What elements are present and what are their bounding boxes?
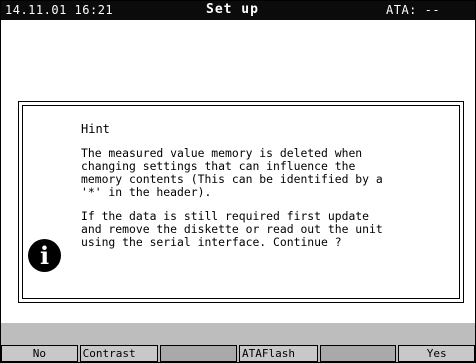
- softkey-row: No Contrast ATAFlash Yes: [1, 345, 475, 362]
- datetime-display: 14.11.01 16:21: [5, 3, 114, 17]
- ata-status: ATA: --: [386, 3, 441, 17]
- page-title: Set up: [206, 2, 259, 17]
- softkey-ataflash-button[interactable]: ATAFlash: [239, 345, 318, 362]
- dialog-message-2: If the data is still required first upda…: [81, 209, 383, 249]
- softkey-3-button[interactable]: [160, 345, 238, 362]
- title-bar: 14.11.01 16:21 Set up ATA: --: [1, 1, 475, 20]
- softkey-bar: No Contrast ATAFlash Yes: [1, 323, 475, 362]
- softkey-5-button[interactable]: [319, 345, 397, 362]
- hint-dialog: Hint i The measured value memory is dele…: [18, 101, 464, 303]
- device-screen: 14.11.01 16:21 Set up ATA: -- Hint i The…: [0, 0, 476, 363]
- dialog-message-1: The measured value memory is deleted whe…: [81, 146, 383, 199]
- dialog-frame: Hint i The measured value memory is dele…: [22, 105, 460, 299]
- dialog-title: Hint: [81, 122, 110, 136]
- softkey-contrast-button[interactable]: Contrast: [79, 345, 159, 362]
- softkey-no-button[interactable]: No: [1, 345, 78, 362]
- softkey-yes-button[interactable]: Yes: [398, 345, 475, 362]
- info-icon: i: [28, 239, 61, 272]
